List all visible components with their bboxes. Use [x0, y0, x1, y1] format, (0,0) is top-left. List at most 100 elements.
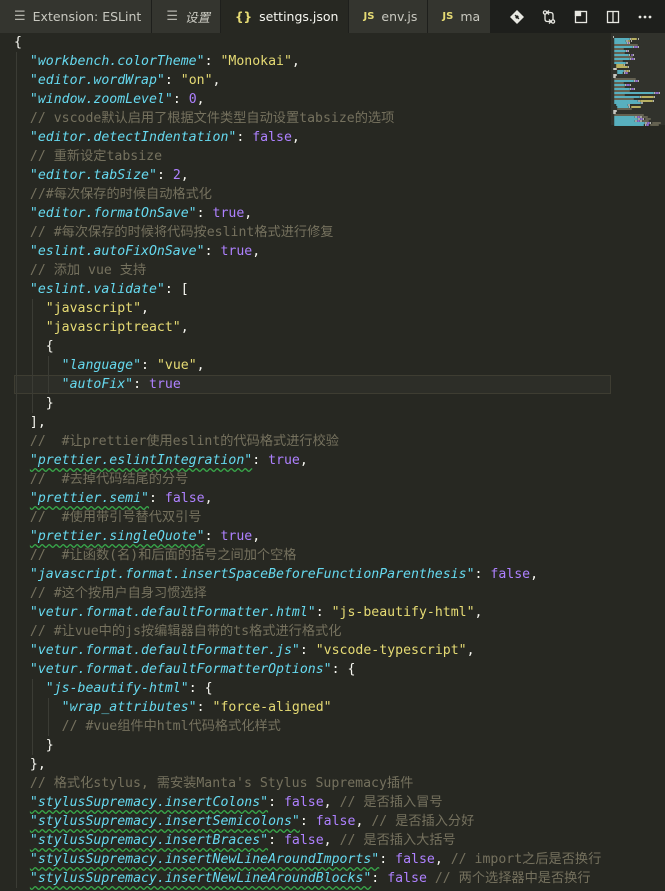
source-control-diamond-icon[interactable]	[501, 0, 533, 33]
code-token: }	[14, 738, 54, 753]
code-token: :	[299, 643, 316, 658]
code-line: "stylusSupremacy.insertNewLineAroundBloc…	[14, 869, 609, 888]
code-line: // #使用带引号替代双引号	[14, 508, 609, 527]
code-token: // 格式化stylus, 需安装Manta's Stylus Supremac…	[29, 776, 414, 791]
split-editor-icon[interactable]	[597, 0, 629, 33]
code-token: ,	[355, 814, 372, 829]
code-line: "javascriptreact",	[14, 318, 609, 337]
code-token: true	[220, 529, 253, 544]
code-token: "javascriptreact"	[45, 320, 181, 335]
code-token: : {	[331, 662, 356, 677]
code-line: "editor.detectIndentation": false,	[14, 128, 609, 147]
code-token: :	[315, 605, 332, 620]
code-line: "vetur.format.defaultFormatter.html": "j…	[14, 603, 609, 622]
code-line: "wrap_attributes": "force-aligned"	[14, 698, 609, 717]
code-token: 0	[188, 92, 197, 107]
code-token: // #这个按用户自身习惯选择	[29, 586, 207, 601]
code-editor[interactable]: { "workbench.colorTheme": "Monokai", "ed…	[0, 33, 665, 891]
tab-settings-json[interactable]: {} settings.json	[220, 0, 350, 33]
tab-label: Extension: ESLint	[32, 9, 142, 24]
code-token: ,	[244, 206, 253, 221]
code-token: "prettier.singleQuote"	[29, 529, 205, 544]
code-token: false	[252, 130, 292, 145]
code-token: true	[268, 453, 300, 468]
code-token: "vetur.format.defaultFormatter.html"	[29, 605, 316, 620]
more-actions-icon[interactable]	[629, 0, 661, 33]
code-token: //#每次保存的时候自动格式化	[29, 187, 212, 202]
code-token: :	[133, 377, 149, 392]
code-token: : {	[188, 681, 213, 696]
code-token: ,	[212, 73, 221, 88]
code-token: :	[172, 92, 189, 107]
code-line: {	[14, 337, 609, 356]
code-line: "prettier.singleQuote": true,	[14, 527, 609, 546]
code-token: :	[141, 358, 157, 373]
open-preview-icon[interactable]	[565, 0, 597, 33]
minimap-line	[650, 124, 660, 126]
code-token: :	[204, 244, 221, 259]
minimap-line	[614, 124, 645, 126]
code-token: "stylusSupremacy.insertSemicolons"	[29, 814, 300, 829]
code-line: },	[14, 755, 609, 774]
code-token: "stylusSupremacy.insertNewLineAroundBloc…	[29, 871, 372, 886]
minimap[interactable]	[611, 33, 665, 891]
code-token: "eslint.validate"	[29, 282, 165, 297]
tab-env-js[interactable]: JS env.js	[349, 0, 429, 33]
code-token: "autoFix"	[61, 377, 134, 392]
minimap-line	[653, 96, 655, 98]
code-token: // #去掉代码结尾的分号	[29, 472, 189, 487]
code-line: "autoFix": true	[14, 375, 609, 394]
code-token: "editor.detectIndentation"	[29, 130, 237, 145]
code-token: ,	[323, 833, 340, 848]
tab-label: env.js	[381, 9, 418, 24]
code-token: "editor.formatOnSave"	[29, 206, 197, 221]
code-token: ,	[180, 320, 189, 335]
code-token: "vetur.format.defaultFormatterOptions"	[29, 662, 332, 677]
code-line: "window.zoomLevel": 0,	[14, 90, 609, 109]
code-token: : [	[164, 282, 189, 297]
code-line: // 格式化stylus, 需安装Manta's Stylus Supremac…	[14, 774, 609, 793]
json-braces-icon: {}	[234, 9, 253, 24]
code-token: // import之后是否换行	[450, 852, 602, 867]
code-line: //#每次保存的时候自动格式化	[14, 185, 609, 204]
compare-changes-icon[interactable]	[533, 0, 565, 33]
code-token: ,	[141, 301, 149, 316]
code-token: // 是否插入大括号	[339, 833, 456, 848]
code-line: "editor.tabSize": 2,	[14, 166, 609, 185]
document-icon: ☰	[14, 9, 26, 24]
code-line: "language": "vue",	[14, 356, 609, 375]
code-token: ,	[196, 92, 205, 107]
code-token: },	[14, 757, 46, 772]
tab-extension-eslint[interactable]: ☰ Extension: ESLint	[0, 0, 153, 33]
code-token: "window.zoomLevel"	[29, 92, 173, 107]
code-line: "stylusSupremacy.insertNewLineAroundImpo…	[14, 850, 609, 869]
minimap-line	[641, 96, 654, 98]
code-line: "vetur.format.defaultFormatter.js": "vsc…	[14, 641, 609, 660]
tab-ma-js[interactable]: JS ma	[428, 0, 492, 33]
minimap-line	[655, 92, 659, 94]
minimap-line	[634, 46, 638, 48]
code-token: ,	[474, 605, 483, 620]
code-line: "javascript",	[14, 299, 609, 318]
code-token: ,	[434, 852, 451, 867]
code-line: "editor.formatOnSave": true,	[14, 204, 609, 223]
tab-settings-ui[interactable]: ☰ 设置	[152, 0, 221, 33]
code-token: "editor.wordWrap"	[29, 73, 165, 88]
minimap-line	[637, 46, 639, 48]
